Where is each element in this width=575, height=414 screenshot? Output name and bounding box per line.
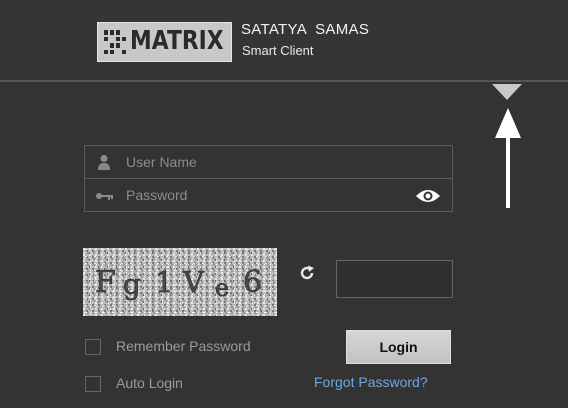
matrix-logo: MATRIX bbox=[97, 22, 232, 62]
header: MATRIX SATATYA SAMAS Smart Client bbox=[0, 0, 568, 82]
svg-text:1: 1 bbox=[155, 265, 173, 299]
captcha-input[interactable] bbox=[336, 260, 453, 298]
up-arrow-icon bbox=[495, 108, 521, 208]
remember-password-option: Remember Password bbox=[85, 338, 285, 357]
forgot-password-link[interactable]: Forgot Password? bbox=[314, 374, 428, 390]
svg-text:V: V bbox=[182, 265, 205, 299]
auto-login-option: Auto Login bbox=[85, 375, 235, 394]
key-icon bbox=[96, 193, 113, 200]
logo-mark-icon bbox=[104, 30, 126, 54]
eye-icon[interactable] bbox=[415, 187, 441, 205]
brand-title: SATATYA SAMAS bbox=[241, 21, 370, 38]
credentials-box bbox=[84, 145, 453, 212]
auto-login-checkbox[interactable] bbox=[85, 376, 101, 392]
logo-text: MATRIX bbox=[130, 26, 224, 56]
svg-text:6: 6 bbox=[243, 265, 262, 300]
login-window: MATRIX SATATYA SAMAS Smart Client User N… bbox=[0, 0, 568, 408]
triangle-down-icon[interactable] bbox=[492, 84, 522, 100]
username-row bbox=[85, 146, 452, 179]
username-input[interactable] bbox=[126, 150, 406, 174]
remember-password-checkbox[interactable] bbox=[85, 339, 101, 355]
svg-text:g: g bbox=[123, 268, 141, 301]
login-button[interactable]: Login bbox=[346, 330, 451, 364]
remember-password-label[interactable]: Remember Password bbox=[116, 338, 251, 354]
password-row bbox=[85, 179, 452, 212]
refresh-icon[interactable] bbox=[298, 264, 316, 282]
svg-text:F: F bbox=[95, 265, 116, 300]
auto-login-label[interactable]: Auto Login bbox=[116, 375, 183, 391]
password-input[interactable] bbox=[126, 183, 406, 207]
svg-text:e: e bbox=[215, 274, 229, 302]
user-icon bbox=[98, 155, 110, 170]
brand-subtitle: Smart Client bbox=[242, 43, 314, 58]
captcha-image: F g 1 V e 6 bbox=[83, 248, 277, 316]
